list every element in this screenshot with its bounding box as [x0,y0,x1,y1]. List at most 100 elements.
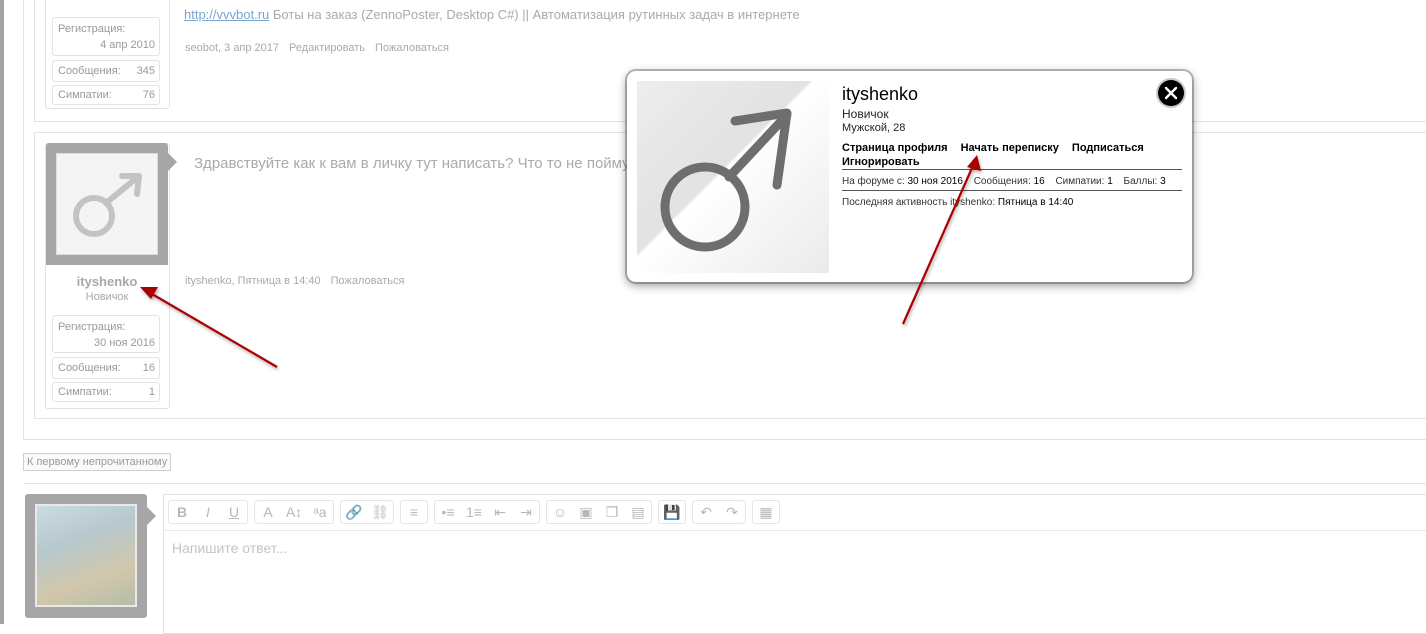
post-username[interactable]: ityshenko [46,274,168,289]
toolbar-group: 🔗 ⛓ [340,500,394,524]
signature: http://vvvbot.ru Боты на заказ (ZennoPos… [184,7,800,22]
stat-value: 76 [142,89,155,101]
last-activity-value: Пятница в 14:40 [997,197,1074,208]
stat-likes: Симпатии: 1 [52,382,160,402]
toolbar-button[interactable]: A↕ [281,501,307,523]
toolbar-button[interactable]: ❐ [599,501,625,523]
post-author-date[interactable]: ityshenko, Пятница в 14:40 [185,275,321,287]
profile-page-link[interactable]: Страница профиля [842,142,948,154]
toolbar-button[interactable]: 🔗 [341,501,367,523]
report-link[interactable]: Пожаловаться [331,275,405,287]
stat-label: Регистрация: [58,321,126,333]
toolbar-button[interactable]: ↷ [719,501,745,523]
post-user-title: Новичок [85,291,129,303]
toolbar-button[interactable]: 1≡ [461,501,487,523]
popup-divider [842,169,1182,170]
previous-post-meta: seobot, 3 апр 2017 Редактировать Пожаловат… [185,42,449,54]
toolbar-button[interactable]: 💾 [659,501,685,523]
prev-stat-messages: Сообщения: 345 [52,60,160,82]
stat-label: Баллы: [1123,176,1158,187]
stat-value: 30 ноя 2016 [94,337,155,349]
stat-value: 1 [148,386,155,398]
reply-input[interactable]: Напишите ответ... [172,540,287,556]
toolbar-button[interactable]: ☺ [547,501,573,523]
editor-toolbar: B I U A A↕ ᵃa 🔗 ⛓ ≡ •≡ 1≡ ⇤ ⇥ ☺ ▣ ❐ ▤ 💾 ↶ ↷ ▦ [164,495,1426,531]
toolbar-button[interactable]: ▣ [573,501,599,523]
toolbar-group: ☺ ▣ ❐ ▤ [546,500,652,524]
stat-label: Симпатии: [1055,176,1105,187]
popup-last-activity: Последняя активность ityshenko: Пятница … [842,197,1073,208]
ignore-link[interactable]: Игнорировать [842,156,920,168]
toolbar-button[interactable]: ↶ [693,501,719,523]
avatar-pointer [168,153,177,171]
toolbar-button[interactable]: B [169,501,195,523]
signature-link[interactable]: http://vvvbot.ru [184,7,269,22]
toolbar-group: ≡ [400,500,428,524]
post-author-date[interactable]: seobot, 3 апр 2017 [185,42,279,54]
toolbar-button[interactable]: ⇤ [487,501,513,523]
toolbar-button[interactable]: ▦ [753,501,779,523]
toolbar-button[interactable]: ≡ [401,501,427,523]
popup-stats: На форуме с: 30 ноя 2016 Сообщения: 16 С… [842,176,1166,187]
stat-label: Симпатии: [58,89,112,101]
toolbar-button[interactable]: A [255,501,281,523]
stat-label: Сообщения: [58,362,121,374]
toolbar-button[interactable]: ᵃa [307,501,333,523]
close-icon [1164,86,1178,100]
toolbar-button[interactable]: U [221,501,247,523]
popup-avatar[interactable] [637,81,829,273]
stat-messages: Сообщения: 16 [52,357,160,379]
avatar-image [56,153,158,255]
reply-avatar-image [35,504,137,607]
member-card-popup: ityshenko Новичок Мужской, 28 Страница п… [627,71,1192,282]
start-conversation-link[interactable]: Начать переписку [961,142,1059,154]
stat-registration: Регистрация: 30 ноя 2016 [52,315,160,353]
popup-close-button[interactable] [1158,80,1184,106]
toolbar-group: ▦ [752,500,780,524]
stat-value: 4 апр 2010 [100,39,155,51]
signature-text: Боты на заказ (ZennoPoster, Desktop C#) … [272,7,800,22]
left-edge-bar [0,0,4,624]
divider [23,483,1426,484]
toolbar-button[interactable]: I [195,501,221,523]
popup-links: Страница профиля Начать переписку Подпис… [842,141,1182,169]
reply-avatar[interactable] [25,494,147,618]
follow-link[interactable]: Подписаться [1072,142,1144,154]
post-message: Здравствуйте как к вам в личку тут напис… [194,155,630,172]
report-link[interactable]: Пожаловаться [375,42,449,54]
toolbar-button[interactable]: ⛓ [367,501,393,523]
toolbar-button[interactable]: ⇥ [513,501,539,523]
popup-user-title: Новичок [842,107,889,121]
toolbar-group: ↶ ↷ [692,500,746,524]
stat-label: Регистрация: [58,23,126,35]
reply-avatar-pointer [147,507,156,525]
popup-user-info: Мужской, 28 [842,122,906,134]
male-symbol-icon [73,173,142,237]
stat-value: 16 [1033,176,1045,187]
stat-label: Симпатии: [58,386,112,398]
prev-stat-registration: Регистрация: 4 апр 2010 [52,17,160,56]
stat-label: Сообщения: [973,176,1031,187]
first-unread-button[interactable]: К первому непрочитанному [23,453,172,471]
prev-stat-likes: Симпатии: 76 [52,85,160,105]
male-symbol-icon [660,108,792,252]
edit-link[interactable]: Редактировать [289,42,365,54]
toolbar-group: BIU [168,500,248,524]
popup-divider [842,190,1182,191]
last-activity-label: Последняя активность ityshenko: [842,197,996,208]
stat-value: 3 [1160,176,1166,187]
stat-value: 345 [136,65,155,77]
post-avatar[interactable] [46,143,168,265]
post-meta: ityshenko, Пятница в 14:40 Пожаловаться [185,275,404,287]
toolbar-group: A A↕ ᵃa [254,500,334,524]
stat-value: 1 [1107,176,1113,187]
toolbar-button[interactable]: ▤ [625,501,651,523]
stat-label: На форуме с: [842,176,905,187]
toolbar-group: •≡ 1≡ ⇤ ⇥ [434,500,540,524]
toolbar-button[interactable]: •≡ [435,501,461,523]
reply-editor: B I U A A↕ ᵃa 🔗 ⛓ ≡ •≡ 1≡ ⇤ ⇥ ☺ ▣ ❐ ▤ 💾 ↶ ↷ ▦ Напишите ответ… [163,494,1426,634]
stat-value: 16 [142,362,155,374]
toolbar-group: 💾 [658,500,686,524]
stat-value: 30 ноя 2016 [907,176,963,187]
popup-username[interactable]: ityshenko [842,84,918,105]
